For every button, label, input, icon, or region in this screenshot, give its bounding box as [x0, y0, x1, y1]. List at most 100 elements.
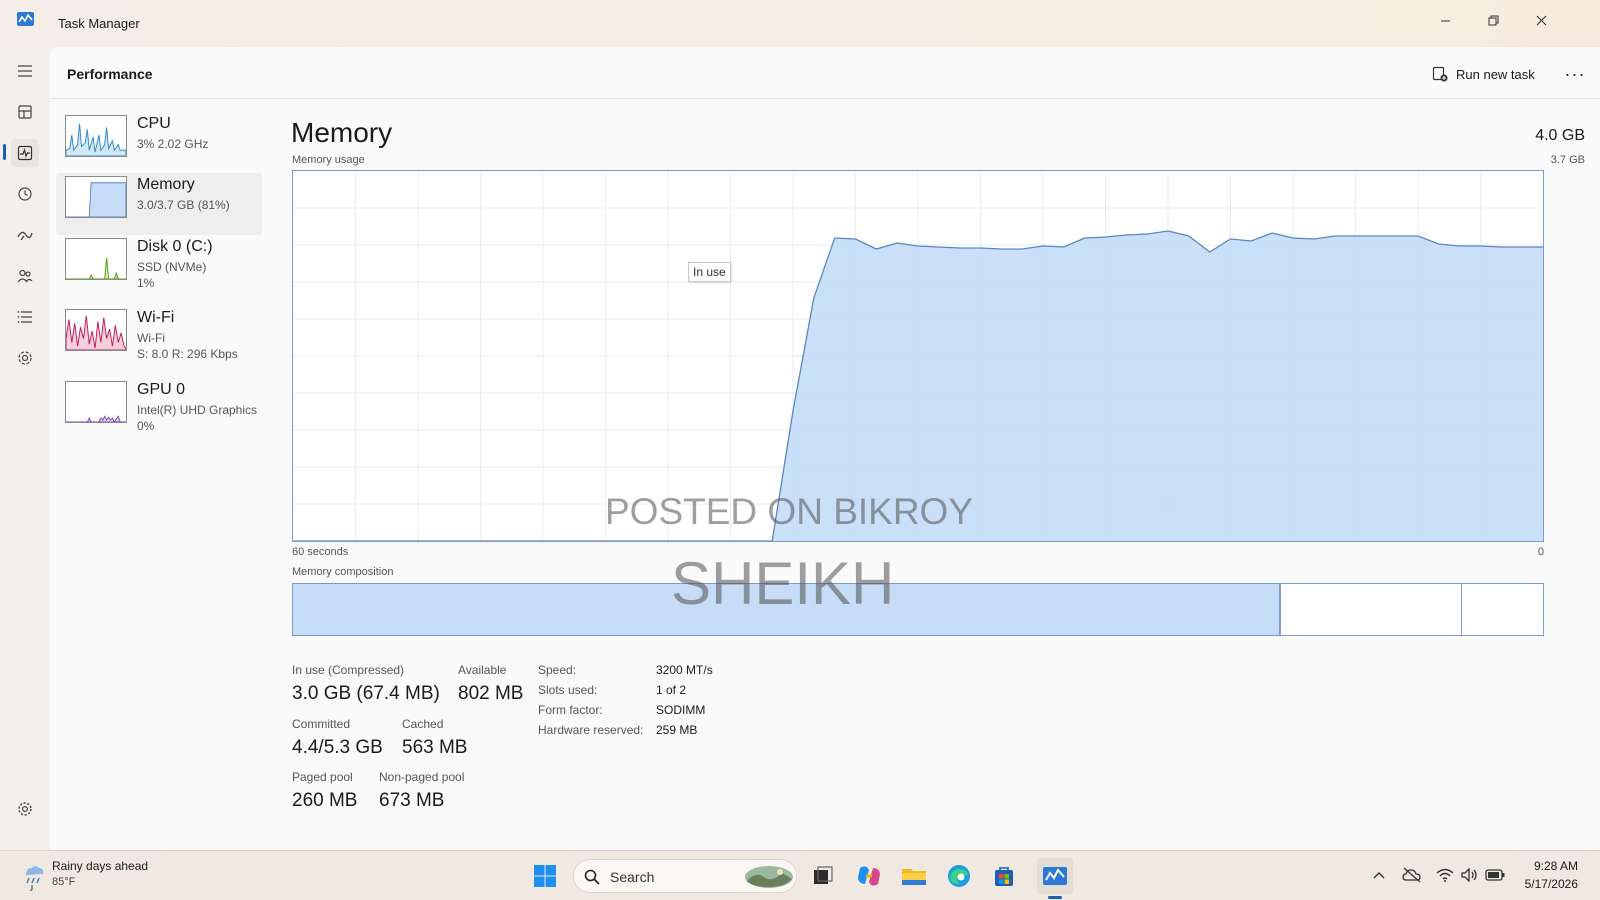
gpu-thumbnail-graph: [65, 381, 127, 423]
memory-usage-point: [1126, 234, 1127, 235]
edge-browser-icon: [948, 865, 970, 887]
rainy-weather-icon[interactable]: [20, 861, 46, 891]
taskbar-task-manager-app[interactable]: [1037, 858, 1073, 894]
run-task-icon: [1432, 66, 1448, 82]
more-options-icon: ···: [1564, 63, 1586, 84]
committed-value: 4.4/5.3 GB: [292, 737, 383, 758]
nav-services[interactable]: [11, 344, 39, 372]
device-item-memory[interactable]: Memory 3.0/3.7 GB (81%): [56, 173, 262, 235]
nav-details[interactable]: [11, 303, 39, 331]
device-item-wifi[interactable]: Wi-Fi Wi-Fi S: 8.0 R: 296 Kbps: [56, 306, 262, 368]
weather-summary[interactable]: Rainy days ahead: [52, 859, 148, 873]
show-hidden-icons-button[interactable]: [1368, 864, 1390, 886]
device-detail-secondary: S: 8.0 R: 296 Kbps: [137, 347, 238, 361]
memory-usage-point: [1313, 238, 1314, 239]
memory-composition-label: Memory composition: [292, 566, 394, 578]
memory-usage-point: [897, 242, 898, 243]
memory-usage-point: [1522, 246, 1523, 247]
volume-tray-button[interactable]: [1459, 864, 1481, 886]
task-manager-icon: [1043, 867, 1067, 885]
disk-thumbnail-graph: [65, 238, 127, 280]
run-new-task-button[interactable]: Run new task: [1432, 61, 1535, 87]
device-item-gpu[interactable]: GPU 0 Intel(R) UHD Graphics 0%: [56, 378, 262, 440]
memory-usage-point: [1438, 243, 1439, 244]
restore-icon: [1488, 15, 1498, 25]
memory-usage-chart: [293, 171, 1543, 541]
nav-processes[interactable]: [11, 98, 39, 126]
minimize-button[interactable]: [1422, 3, 1468, 37]
nav-active-indicator: [3, 144, 6, 160]
memory-usage-point: [792, 410, 793, 411]
nav-users[interactable]: [11, 262, 39, 290]
memory-usage-label: Memory usage: [292, 154, 365, 166]
taskbar-store-app[interactable]: [986, 858, 1022, 894]
speed-value: 3200 MT/s: [656, 663, 713, 677]
taskbar-task-view-app[interactable]: [805, 858, 841, 894]
memory-usage-point: [1084, 237, 1085, 238]
device-item-disk[interactable]: Disk 0 (C:) SSD (NVMe) 1%: [56, 235, 262, 297]
memory-usage-point: [1501, 246, 1502, 247]
navigation-rail: [0, 47, 50, 850]
memory-usage-point: [834, 237, 835, 238]
start-button[interactable]: [527, 858, 563, 894]
memory-title: Memory: [291, 117, 393, 148]
taskbar-copilot-app[interactable]: [851, 858, 887, 894]
page-title: Performance: [67, 66, 153, 82]
network-tray-button[interactable]: [1434, 864, 1456, 886]
nav-startup-apps[interactable]: [11, 221, 39, 249]
cpu-thumbnail-graph: [65, 115, 127, 157]
slots-used-label: Slots used:: [538, 683, 598, 697]
clock-time[interactable]: 9:28 AM: [1534, 859, 1578, 873]
nav-performance[interactable]: [11, 139, 39, 167]
onedrive-tray-button[interactable]: [1401, 864, 1423, 886]
paged-pool-value: 260 MB: [292, 790, 358, 811]
taskbar-file-explorer-app[interactable]: [896, 858, 932, 894]
history-icon: [18, 187, 32, 201]
memory-usage-point: [1042, 245, 1043, 246]
device-detail-secondary: 1%: [137, 276, 155, 290]
memory-usage-point: [1251, 240, 1252, 241]
device-name: GPU 0: [137, 381, 186, 398]
settings-button[interactable]: [11, 795, 39, 823]
hamburger-menu-button[interactable]: [11, 57, 39, 85]
startup-icon: [17, 231, 33, 241]
clock-date[interactable]: 5/17/2026: [1525, 877, 1578, 891]
performance-icon: [17, 145, 33, 161]
copilot-icon: [858, 866, 880, 886]
memory-usage-point: [1209, 251, 1210, 252]
cached-label: Cached: [402, 717, 444, 731]
memory-usage-point: [917, 245, 918, 246]
services-icon: [18, 351, 32, 365]
memory-usage-point: [1355, 235, 1356, 236]
search-icon: [584, 869, 600, 885]
page-header: Performance Run new task ···: [50, 47, 1600, 99]
in-use-value: 3.0 GB (67.4 MB): [292, 683, 440, 704]
memory-usage-point: [1167, 230, 1168, 231]
battery-tray-button[interactable]: [1484, 864, 1506, 886]
speaker-icon: [1461, 868, 1477, 882]
form-factor-value: SODIMM: [656, 703, 706, 717]
taskbar-edge-app[interactable]: [941, 858, 977, 894]
device-detail: Wi-Fi: [137, 331, 165, 345]
title-bar: Task Manager: [0, 0, 1600, 47]
close-button[interactable]: [1518, 3, 1564, 37]
memory-usage-graph: In use: [292, 170, 1544, 542]
device-detail-secondary: 0%: [137, 419, 155, 433]
nav-app-history[interactable]: [11, 180, 39, 208]
windows-logo-icon: [534, 865, 556, 887]
memory-usage-point: [1230, 238, 1231, 239]
memory-total-capacity: 4.0 GB: [1535, 127, 1585, 144]
memory-usage-point: [938, 246, 939, 247]
chevron-up-icon: [1373, 872, 1385, 879]
weather-temperature[interactable]: 85°F: [52, 876, 75, 888]
device-item-cpu[interactable]: CPU 3% 2.02 GHz: [56, 112, 262, 174]
wifi-icon: [1436, 868, 1454, 882]
memory-usage-point: [1292, 237, 1293, 238]
memory-usage-point: [876, 248, 877, 249]
taskbar-search-box[interactable]: Search: [573, 859, 797, 893]
memory-thumbnail-graph: [65, 176, 127, 218]
memory-usage-point: [1147, 233, 1148, 234]
restore-button[interactable]: [1470, 3, 1516, 37]
memory-usage-point: [959, 247, 960, 248]
more-options-button[interactable]: ···: [1561, 61, 1589, 87]
